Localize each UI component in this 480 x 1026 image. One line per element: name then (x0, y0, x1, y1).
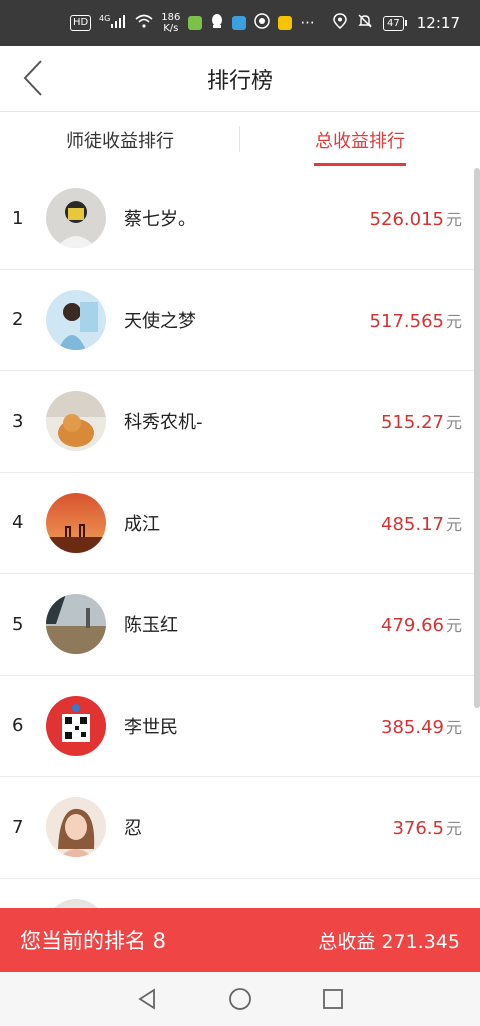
list-item[interactable]: 1 蔡七岁。 526.015 元 (0, 168, 480, 270)
avatar (46, 695, 106, 756)
mute-bell-icon (357, 13, 373, 33)
earnings-unit: 元 (445, 717, 462, 737)
triangle-back-icon (137, 988, 155, 1010)
location-icon (333, 13, 347, 33)
nav-bar: 排行榜 (0, 46, 480, 112)
tab-total-earnings[interactable]: 总收益排行 (240, 112, 480, 168)
browser-icon (232, 16, 247, 30)
page-title: 排行榜 (206, 68, 273, 94)
avatar (46, 898, 106, 908)
earnings: 517.565 元 (370, 308, 462, 332)
rank-number: 7 (12, 816, 24, 838)
system-nav-bar (0, 972, 480, 1026)
earnings-unit: 元 (445, 819, 462, 839)
battery-icon: 47 (383, 15, 407, 31)
qq-icon (210, 13, 224, 33)
rank-number: 3 (12, 410, 24, 432)
list-item[interactable] (0, 879, 480, 908)
cell-signal-icon: 4G (99, 13, 127, 33)
ranking-list: 1 蔡七岁。 526.015 元 2 天使之梦 517.565 元 3 科秀农机- … (0, 168, 480, 908)
earnings: 376.5 元 (392, 815, 462, 839)
earnings-amount: 485.17 (381, 513, 444, 535)
current-rank: 您当前的排名 8 (20, 929, 167, 953)
list-item[interactable]: 4 成江 485.17 元 (0, 473, 480, 574)
list-item[interactable]: 3 科秀农机- 515.27 元 (0, 371, 480, 473)
earnings-amount: 517.565 (369, 310, 444, 332)
game-icon (278, 16, 293, 30)
tab-mentor-earnings[interactable]: 师徒收益排行 (0, 112, 240, 168)
earnings-amount: 515.27 (381, 412, 444, 434)
avatar (46, 797, 106, 858)
my-rank-bar: 您当前的排名 8 总收益 271.345 (0, 908, 480, 972)
wifi-icon (135, 14, 153, 32)
earnings-amount: 376.5 (392, 818, 444, 840)
user-name: 忍 (124, 818, 142, 840)
list-item[interactable]: 2 天使之梦 517.565 元 (0, 270, 480, 371)
list-item[interactable]: 6 李世民 385.49 元 (0, 676, 480, 777)
list-item[interactable]: 7 忍 376.5 元 (0, 777, 480, 879)
tab-bar: 师徒收益排行 总收益排行 (0, 112, 480, 168)
user-name: 天使之梦 (124, 310, 196, 332)
earnings-unit: 元 (445, 616, 462, 636)
earnings-unit: 元 (445, 311, 462, 331)
user-name: 李世民 (124, 716, 178, 738)
status-bar: HD 4G 186 K/s ··· 47 12:17 (0, 0, 480, 46)
back-button[interactable] (18, 58, 48, 98)
rank-number: 5 (12, 613, 24, 635)
earnings: 515.27 元 (381, 409, 462, 433)
earnings: 485.17 元 (381, 511, 462, 535)
nav-back-button[interactable] (127, 979, 167, 1019)
app-icon (254, 13, 271, 33)
earnings: 479.66 元 (381, 612, 462, 636)
user-name: 科秀农机- (124, 412, 203, 434)
avatar (46, 594, 106, 655)
square-recents-icon (323, 989, 344, 1009)
clock: 12:17 (416, 14, 460, 32)
earnings: 385.49 元 (381, 714, 462, 738)
earnings-amount: 479.66 (381, 615, 444, 637)
more-icon: ··· (300, 14, 315, 32)
chevron-left-icon (23, 60, 42, 96)
tab-divider (239, 126, 240, 152)
nav-home-button[interactable] (220, 979, 260, 1019)
avatar (46, 188, 106, 249)
earnings-unit: 元 (445, 210, 462, 230)
nav-recents-button[interactable] (313, 979, 353, 1019)
list-item[interactable]: 5 陈玉红 479.66 元 (0, 574, 480, 676)
svg-text:4G: 4G (99, 14, 110, 23)
user-name: 成江 (124, 513, 160, 535)
rank-number: 1 (12, 207, 24, 229)
battery-level: 47 (383, 15, 404, 31)
total-earnings: 总收益 271.345 (318, 930, 460, 953)
user-name: 蔡七岁。 (124, 209, 196, 231)
circle-home-icon (229, 988, 251, 1010)
avatar (46, 289, 106, 350)
earnings: 526.015 元 (370, 206, 462, 230)
user-name: 陈玉红 (124, 615, 178, 637)
rank-number: 6 (12, 715, 24, 737)
avatar (46, 492, 106, 553)
app-notification-icon (188, 16, 203, 30)
rank-number: 2 (12, 309, 24, 331)
earnings-amount: 526.015 (369, 209, 444, 231)
scrollbar[interactable] (474, 168, 480, 708)
earnings-unit: 元 (445, 514, 462, 534)
earnings-amount: 385.49 (381, 716, 444, 738)
hd-badge: HD (70, 15, 92, 31)
rank-number: 4 (12, 512, 24, 534)
earnings-unit: 元 (445, 413, 462, 433)
net-speed: 186 K/s (161, 12, 181, 34)
avatar (46, 391, 106, 452)
